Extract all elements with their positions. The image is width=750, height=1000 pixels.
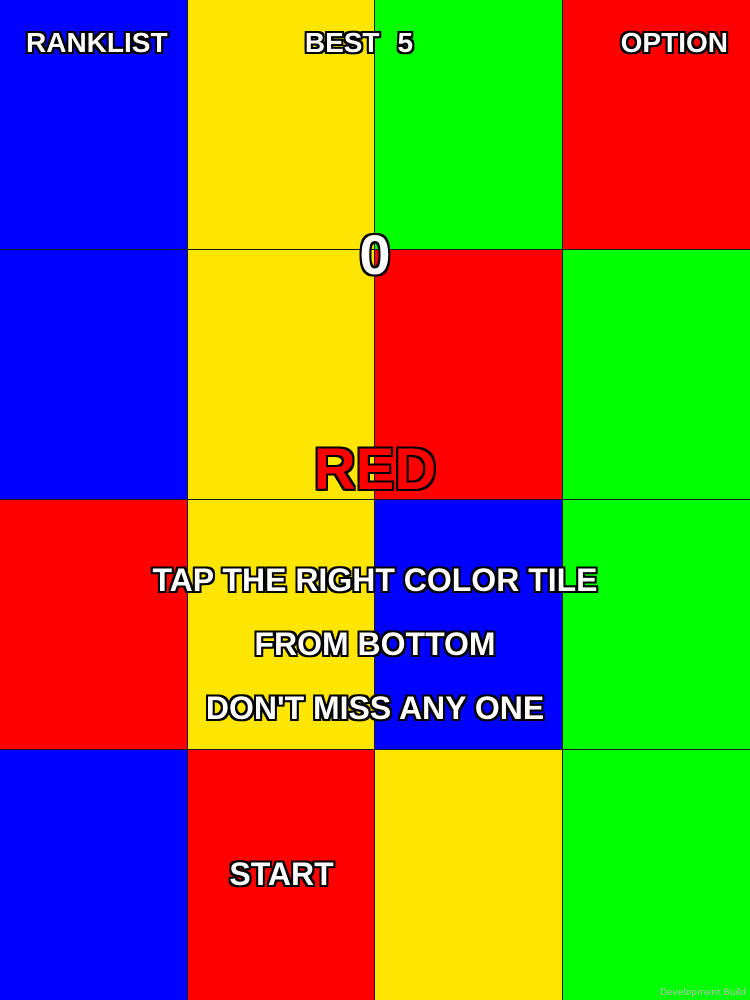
best-label: BEST [304, 27, 380, 58]
game-screen: RANKLIST BEST 5 OPTION 0 RED TAP THE RIGH… [0, 0, 750, 1000]
instruction-line-3: DON'T MISS ANY ONE [205, 690, 545, 726]
color-tile-blue[interactable] [0, 750, 188, 1000]
current-score: 0 [359, 223, 391, 286]
target-color-word: RED [313, 437, 437, 502]
instruction-line-2: FROM BOTTOM [254, 626, 496, 662]
best-value: 5 [397, 27, 414, 58]
development-build-watermark: Development Build [659, 988, 746, 998]
option-button[interactable]: OPTION [621, 27, 728, 59]
instruction-line-1: TAP THE RIGHT COLOR TILE [152, 562, 598, 598]
start-button[interactable]: START [188, 856, 375, 893]
color-tile-green[interactable] [563, 750, 750, 1000]
color-tile-yellow[interactable] [375, 750, 563, 1000]
best-score-display: BEST 5 [0, 27, 718, 59]
